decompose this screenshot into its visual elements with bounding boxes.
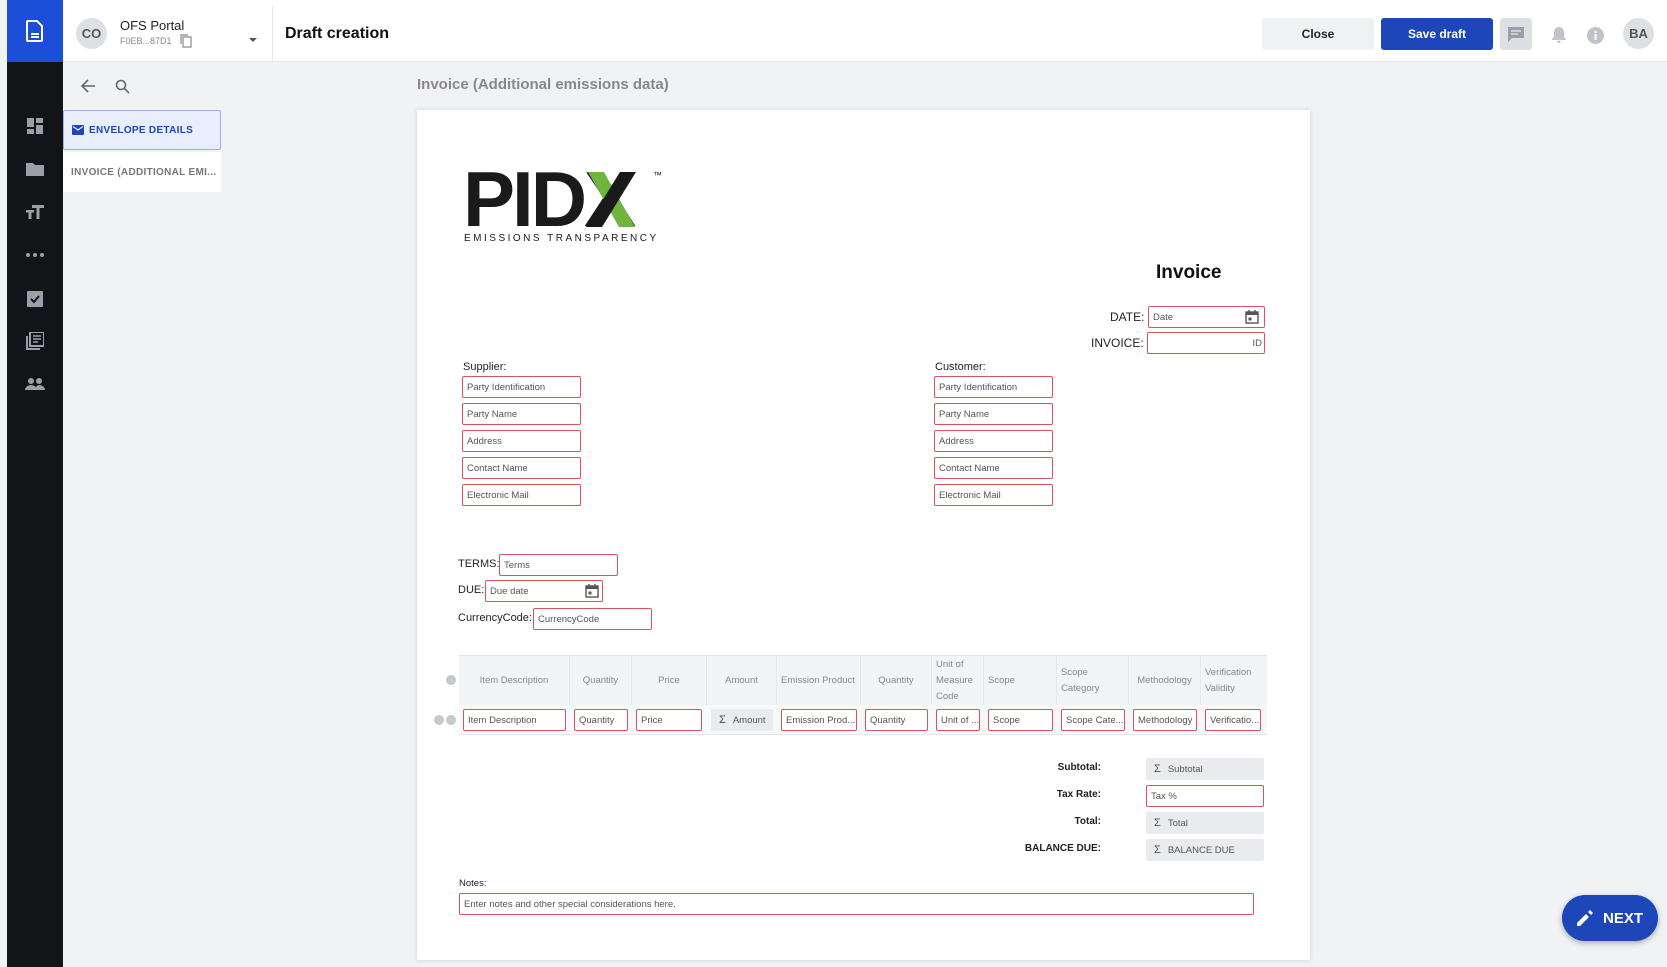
scope-cell[interactable]: Scope bbox=[988, 709, 1053, 731]
date-field[interactable]: Date bbox=[1148, 306, 1265, 328]
sidebar-item-label: INVOICE (ADDITIONAL EMI... bbox=[71, 166, 217, 178]
notes-label: Notes: bbox=[459, 878, 487, 889]
date-label: DATE: bbox=[1110, 310, 1145, 324]
next-button[interactable]: NEXT bbox=[1562, 895, 1658, 941]
balance-due-field: Σ BALANCE DUE bbox=[1146, 839, 1264, 861]
save-draft-button[interactable]: Save draft bbox=[1381, 18, 1493, 50]
column-header: Verification Validity bbox=[1205, 666, 1252, 694]
user-avatar[interactable]: BA bbox=[1623, 18, 1654, 49]
svg-text:™: ™ bbox=[653, 170, 662, 180]
supplier-party-id-field[interactable]: Party Identification bbox=[462, 376, 581, 398]
unit-of-measure-cell[interactable]: Unit of ... bbox=[936, 709, 980, 731]
back-arrow-icon[interactable] bbox=[80, 79, 96, 98]
table-row: Item Description Quantity Price Σ Amount… bbox=[459, 705, 1267, 735]
item-description-cell[interactable]: Item Description bbox=[463, 709, 566, 731]
add-row-icon[interactable] bbox=[446, 715, 456, 725]
column-header: Scope bbox=[984, 656, 1057, 706]
emission-quantity-cell[interactable]: Quantity bbox=[865, 709, 928, 731]
portal-avatar: CO bbox=[76, 18, 107, 49]
terms-field[interactable]: Terms bbox=[499, 554, 618, 576]
copy-icon[interactable] bbox=[180, 34, 192, 53]
page-title: Draft creation bbox=[285, 25, 390, 42]
scope-category-cell[interactable]: Scope Cate... bbox=[1061, 709, 1125, 731]
document-heading: Invoice (Additional emissions data) bbox=[417, 76, 669, 93]
customer-party-name-field[interactable]: Party Name bbox=[934, 403, 1053, 425]
mail-icon bbox=[72, 125, 84, 135]
pidx-logo: PIDX ™ bbox=[463, 155, 663, 243]
emission-product-cell[interactable]: Emission Prod... bbox=[781, 709, 857, 731]
document-icon[interactable] bbox=[7, 0, 63, 62]
task-icon[interactable] bbox=[7, 283, 63, 313]
currency-code-label: CurrencyCode: bbox=[458, 612, 532, 624]
add-column-icon[interactable] bbox=[446, 675, 456, 685]
top-bar: CO OFS Portal F0EB...87D1 Draft creation… bbox=[63, 0, 1667, 62]
library-icon[interactable] bbox=[7, 326, 63, 356]
customer-address-field[interactable]: Address bbox=[934, 430, 1053, 452]
invoice-form: PIDX ™ EMISSIONS TRANSPARENCY Invoice DA… bbox=[417, 110, 1310, 960]
supplier-label: Supplier: bbox=[463, 361, 507, 373]
verification-validity-cell[interactable]: Verificatio... bbox=[1205, 709, 1261, 731]
text-size-icon[interactable] bbox=[7, 197, 63, 227]
chat-icon[interactable] bbox=[1500, 18, 1532, 50]
bell-icon[interactable] bbox=[1550, 26, 1568, 44]
quantity-cell[interactable]: Quantity bbox=[574, 709, 628, 731]
column-header: Methodology bbox=[1129, 656, 1201, 706]
portal-name: OFS Portal bbox=[120, 18, 185, 33]
supplier-party-name-field[interactable]: Party Name bbox=[462, 403, 581, 425]
folder-icon[interactable] bbox=[7, 154, 63, 184]
column-header: Item Description bbox=[459, 656, 570, 706]
tax-rate-field[interactable]: Tax % bbox=[1146, 785, 1264, 807]
customer-contact-name-field[interactable]: Contact Name bbox=[934, 457, 1053, 479]
due-label: DUE: bbox=[458, 584, 485, 596]
customer-label: Customer: bbox=[935, 361, 986, 373]
currency-code-field[interactable]: CurrencyCode bbox=[533, 608, 652, 630]
column-header: Unit of Measure Code bbox=[932, 656, 984, 706]
supplier-contact-name-field[interactable]: Contact Name bbox=[462, 457, 581, 479]
due-date-field[interactable]: Due date bbox=[485, 580, 603, 602]
subtotal-label: Subtotal: bbox=[1057, 762, 1101, 773]
tax-rate-label: Tax Rate: bbox=[1056, 789, 1101, 800]
chevron-down-icon[interactable] bbox=[248, 30, 258, 48]
subtotal-field: Σ Subtotal bbox=[1146, 758, 1264, 780]
total-field: Σ Total bbox=[1146, 812, 1264, 834]
line-items-header: Item Description Quantity Price Amount E… bbox=[459, 655, 1267, 706]
column-header: Amount bbox=[707, 656, 777, 706]
column-header: Scope Category bbox=[1057, 656, 1129, 706]
amount-cell: Σ Amount bbox=[711, 709, 773, 731]
search-icon[interactable] bbox=[115, 79, 130, 99]
calendar-icon[interactable] bbox=[1245, 310, 1259, 327]
close-button[interactable]: Close bbox=[1262, 18, 1374, 50]
column-header: Price bbox=[632, 656, 707, 706]
sidebar-item-envelope-details[interactable]: ENVELOPE DETAILS bbox=[63, 110, 221, 150]
dashboard-icon[interactable] bbox=[7, 111, 63, 141]
column-header: Emission Product bbox=[777, 656, 861, 706]
balance-due-label: BALANCE DUE: bbox=[1024, 843, 1101, 854]
remove-row-icon[interactable] bbox=[434, 715, 444, 725]
nav-rail bbox=[7, 0, 63, 967]
column-header: Quantity bbox=[861, 656, 932, 706]
sidebar-item-label: ENVELOPE DETAILS bbox=[89, 124, 194, 136]
price-cell[interactable]: Price bbox=[636, 709, 702, 731]
notes-field[interactable]: Enter notes and other special considerat… bbox=[459, 893, 1254, 915]
edit-icon bbox=[1576, 910, 1593, 926]
people-icon[interactable] bbox=[7, 369, 63, 399]
supplier-email-field[interactable]: Electronic Mail bbox=[462, 484, 581, 506]
column-header: Quantity bbox=[570, 656, 632, 706]
terms-label: TERMS: bbox=[458, 558, 500, 570]
supplier-address-field[interactable]: Address bbox=[462, 430, 581, 452]
logo-subtitle: EMISSIONS TRANSPARENCY bbox=[464, 233, 659, 244]
portal-id: F0EB...87D1 bbox=[120, 36, 172, 46]
calendar-icon[interactable] bbox=[585, 584, 599, 601]
more-icon[interactable] bbox=[7, 240, 63, 270]
divider bbox=[272, 6, 273, 62]
methodology-cell[interactable]: Methodology bbox=[1133, 709, 1197, 731]
invoice-title: Invoice bbox=[1156, 262, 1222, 283]
sidebar-item-invoice[interactable]: INVOICE (ADDITIONAL EMI... bbox=[63, 152, 221, 192]
info-icon[interactable] bbox=[1586, 26, 1604, 44]
customer-email-field[interactable]: Electronic Mail bbox=[934, 484, 1053, 506]
invoice-id-field[interactable]: ID bbox=[1147, 332, 1265, 354]
invoice-label: INVOICE: bbox=[1091, 336, 1144, 350]
customer-party-id-field[interactable]: Party Identification bbox=[934, 376, 1053, 398]
total-label: Total: bbox=[1074, 816, 1101, 827]
